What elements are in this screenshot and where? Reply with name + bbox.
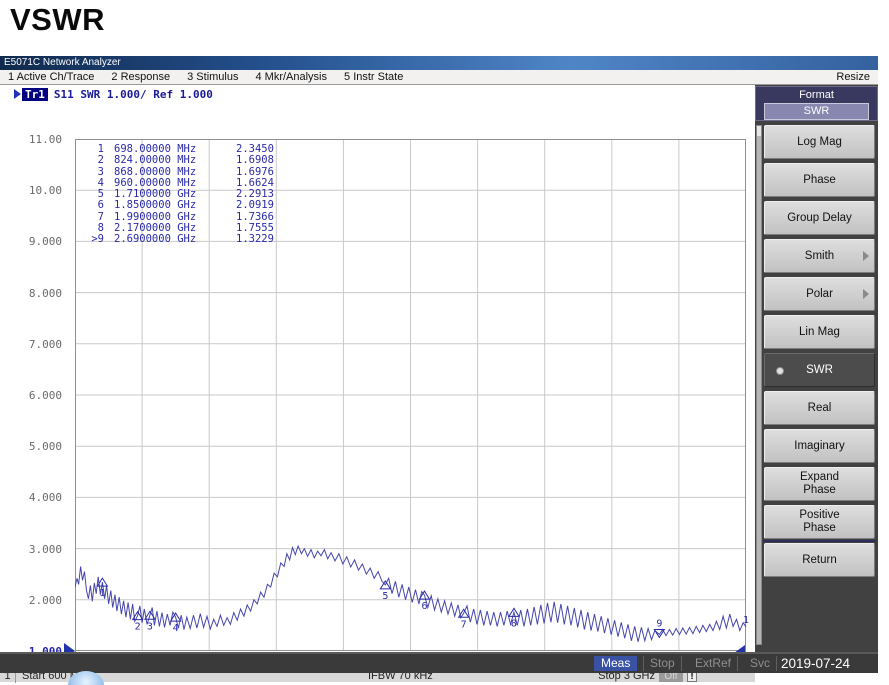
window-titlebar: E5071C Network Analyzer — [0, 56, 878, 70]
menu-item-4[interactable]: 4 Mkr/Analysis — [255, 70, 327, 84]
y-axis-tick-label: 6.000 — [18, 389, 62, 402]
softkey-return[interactable]: Return — [764, 543, 875, 577]
softkey-separator — [763, 540, 876, 542]
marker-6-label: 6 — [421, 601, 427, 612]
trace-header-text: S11 SWR 1.000/ Ref 1.000 — [54, 88, 213, 101]
y-axis-tick-label: 11.00 — [18, 133, 62, 146]
marker-row-frequency: 824.00000 MHz — [114, 155, 236, 166]
marker-table: 1698.00000 MHz2.34502824.00000 MHz1.6908… — [84, 144, 296, 246]
menu-bar: 1 Active Ch/Trace 2 Response 3 Stimulus 4 M… — [0, 70, 878, 85]
softkey-label: Smith — [805, 250, 834, 263]
marker-4-label: 4 — [173, 623, 179, 634]
resize-button[interactable]: Resize — [836, 70, 870, 84]
softkey-imaginary[interactable]: Imaginary — [764, 429, 875, 463]
softkey-real[interactable]: Real — [764, 391, 875, 425]
softkey-swr[interactable]: SWR — [764, 353, 875, 387]
y-axis-tick-label: 2.000 — [18, 594, 62, 607]
page-title: VSWR — [10, 2, 105, 38]
menu-items: 1 Active Ch/Trace 2 Response 3 Stimulus 4 M… — [0, 71, 412, 83]
softkey-label: SWR — [806, 364, 833, 377]
trace-end-number: 1 — [743, 615, 749, 626]
softkey-header-title: Format — [756, 89, 877, 101]
menu-item-5[interactable]: 5 Instr State — [344, 70, 403, 84]
marker-9-label: 9 — [656, 618, 662, 629]
softkey-expand-phase[interactable]: ExpandPhase — [764, 467, 875, 501]
softkey-label: Group Delay — [787, 212, 852, 225]
status-bar: Meas Stop ExtRef Svc 2019-07-24 16:03 — [0, 652, 878, 673]
softkey-label: Phase — [803, 484, 836, 497]
marker-table-row: 2 824.00000 MHz1.6908 — [84, 155, 296, 166]
marker-row-number: >9 — [84, 234, 104, 245]
softkey-label: Positive — [799, 509, 839, 522]
analyzer-window: E5071C Network Analyzer 1 Active Ch/Trac… — [0, 56, 878, 673]
selected-bullet-icon — [776, 367, 784, 375]
softkey-scrollbar[interactable] — [756, 125, 762, 645]
y-axis-tick-label: 7.000 — [18, 338, 62, 351]
y-axis-tick-label: 10.00 — [18, 184, 62, 197]
extref-status-label: ExtRef — [689, 656, 738, 671]
softkey-header-value: SWR — [764, 103, 869, 120]
marker-row-frequency: 2.6900000 GHz — [114, 234, 236, 245]
menu-item-2[interactable]: 2 Response — [111, 70, 170, 84]
softkey-label: Log Mag — [797, 136, 842, 149]
softkey-label: Imaginary — [794, 440, 845, 453]
marker-8-label: 8 — [511, 618, 517, 629]
softkey-label: Polar — [806, 288, 833, 301]
menu-item-3[interactable]: 3 Stimulus — [187, 70, 238, 84]
submenu-arrow-icon — [863, 251, 869, 261]
active-trace-arrow-icon — [14, 89, 21, 99]
marker-1-label: 1 — [99, 588, 105, 599]
softkey-smith[interactable]: Smith — [764, 239, 875, 273]
marker-table-row: >9 2.6900000 GHz1.3229 — [84, 234, 296, 245]
page: VSWR E5071C Network Analyzer 1 Active Ch… — [0, 0, 889, 685]
measurement-screen: Tr1 S11 SWR 1.000/ Ref 1.000 11.00 10.00 9.… — [0, 85, 755, 652]
softkey-label: Expand — [800, 471, 839, 484]
y-axis-tick-label: 4.000 — [18, 491, 62, 504]
y-axis-tick-label: 9.000 — [18, 235, 62, 248]
marker-5-label: 5 — [382, 591, 388, 602]
svc-status-label: Svc — [744, 656, 777, 671]
marker-row-value: 1.6908 — [236, 155, 296, 166]
marker-7-label: 7 — [461, 619, 467, 630]
marker-3-label: 3 — [147, 621, 153, 632]
softkey-label: Phase — [803, 522, 836, 535]
softkey-group-delay[interactable]: Group Delay — [764, 201, 875, 235]
softkey-label: Return — [802, 554, 837, 567]
softkey-header: Format SWR — [755, 86, 878, 121]
submenu-arrow-icon — [863, 289, 869, 299]
softkey-log-mag[interactable]: Log Mag — [764, 125, 875, 159]
y-axis-tick-label: 3.000 — [18, 543, 62, 556]
meas-status-badge: Meas — [594, 656, 637, 671]
y-axis-tick-label: 8.000 — [18, 287, 62, 300]
softkey-label: Real — [808, 402, 832, 415]
softkey-phase[interactable]: Phase — [764, 163, 875, 197]
softkey-polar[interactable]: Polar — [764, 277, 875, 311]
menu-item-1[interactable]: 1 Active Ch/Trace — [8, 70, 94, 84]
softkey-label: Lin Mag — [799, 326, 840, 339]
marker-2-label: 2 — [135, 622, 141, 633]
trace-number-badge: Tr1 — [22, 88, 48, 101]
stop-status-label: Stop — [643, 656, 682, 671]
softkey-lin-mag[interactable]: Lin Mag — [764, 315, 875, 349]
softkey-scrollbar-thumb[interactable] — [757, 126, 761, 136]
y-axis-tick-label: 5.000 — [18, 440, 62, 453]
marker-row-value: 1.3229 — [236, 234, 296, 245]
window-title: E5071C Network Analyzer — [4, 57, 121, 68]
trace-header: Tr1 S11 SWR 1.000/ Ref 1.000 — [14, 88, 213, 102]
marker-row-number: 2 — [84, 155, 104, 166]
datetime-display: 2019-07-24 16:03 — [781, 654, 878, 673]
softkey-panel: Format SWR Log Mag Phase Group Delay Smith P… — [755, 85, 878, 652]
softkey-label: Phase — [803, 174, 836, 187]
softkey-positive-phase[interactable]: PositivePhase — [764, 505, 875, 539]
